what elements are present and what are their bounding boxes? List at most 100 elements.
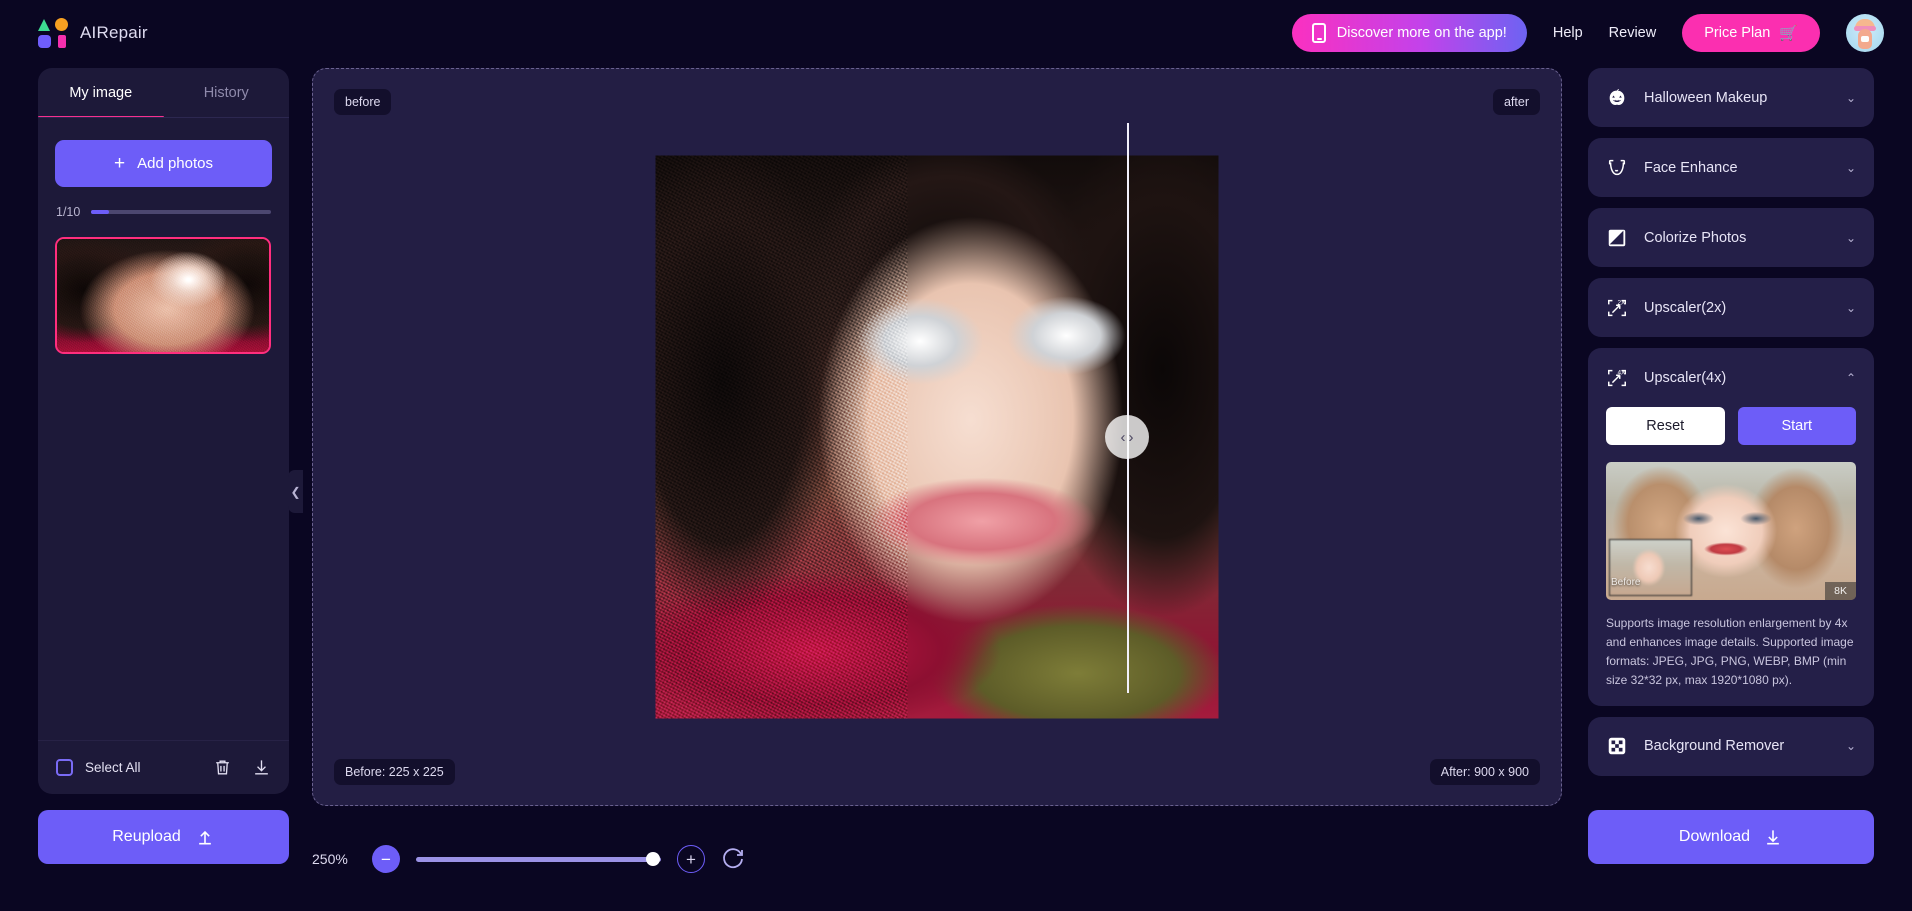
zoom-slider-track[interactable] (416, 852, 661, 866)
checkerboard-icon (1608, 738, 1626, 755)
comparison-slider-handle[interactable]: ‹ › (1105, 415, 1149, 459)
upscale-2x-icon: 2X (1608, 299, 1626, 316)
logo-square-icon (38, 35, 51, 48)
badge-before-size: Before: 225 x 225 (334, 759, 455, 785)
price-plan-label: Price Plan (1704, 25, 1771, 41)
photo-counter-label: 1/10 (56, 205, 81, 219)
chevron-down-icon[interactable]: ⌄ (1846, 161, 1856, 175)
trash-icon[interactable] (213, 758, 232, 777)
feature-label: Upscaler(2x) (1644, 299, 1727, 316)
logo-mark (38, 18, 68, 48)
top-bar-actions: Discover more on the app! Help Review Pr… (1291, 14, 1884, 52)
feature-header[interactable]: Background Remover ⌄ (1588, 717, 1874, 776)
select-all-row: Select All (38, 740, 289, 794)
sidebar-tabs: My image History (38, 68, 289, 118)
photo-counter-fill (91, 210, 110, 214)
logo-circle-icon (55, 18, 68, 31)
chevron-left-glyph: ‹ (1120, 428, 1126, 446)
reupload-button[interactable]: Reupload (38, 810, 289, 864)
chevron-right-glyph: › (1128, 428, 1134, 446)
tab-history[interactable]: History (164, 68, 290, 118)
feature-background-remover[interactable]: Background Remover ⌄ (1588, 716, 1874, 776)
feature-upscaler-4x[interactable]: 4X Upscaler(4x) ⌃ Reset Start Before 8K … (1588, 348, 1874, 706)
right-feature-panel: Halloween Makeup ⌄ Face Enhance ⌄ Colori… (1588, 68, 1874, 794)
upload-icon (198, 830, 211, 845)
colorize-icon (1608, 229, 1626, 246)
download-icon[interactable] (252, 758, 271, 777)
zoom-controls: 250% − + (312, 845, 745, 873)
feature-label: Colorize Photos (1644, 229, 1747, 246)
tab-my-image[interactable]: My image (38, 68, 164, 118)
top-bar: AIRepair Discover more on the app! Help … (0, 0, 1912, 66)
logo-bar-icon (57, 35, 66, 48)
review-link[interactable]: Review (1609, 25, 1657, 41)
start-button[interactable]: Start (1737, 407, 1856, 445)
help-link[interactable]: Help (1553, 25, 1583, 41)
comparison-divider-line (1127, 123, 1129, 693)
feature-header[interactable]: Colorize Photos ⌄ (1588, 208, 1874, 267)
add-photos-label: Add photos (137, 155, 213, 172)
zoom-out-button[interactable]: − (372, 845, 400, 873)
reupload-label: Reupload (112, 828, 181, 845)
feature-colorize-photos[interactable]: Colorize Photos ⌄ (1588, 208, 1874, 267)
feature-label: Face Enhance (1644, 159, 1738, 176)
download-button-label: Download (1678, 828, 1751, 845)
feature-face-enhance[interactable]: Face Enhance ⌄ (1588, 138, 1874, 197)
upscaler-preview-before-label: Before (1611, 577, 1641, 588)
bulk-action-icons (213, 758, 271, 777)
zoom-slider-thumb[interactable] (646, 852, 660, 866)
plus-icon: + (113, 153, 126, 174)
photo-counter-track (91, 210, 271, 214)
chevron-down-icon[interactable]: ⌄ (1846, 91, 1856, 105)
download-icon (1767, 830, 1779, 845)
feature-halloween-makeup[interactable]: Halloween Makeup ⌄ (1588, 68, 1874, 127)
svg-text:2X: 2X (1617, 299, 1626, 306)
cart-icon: 🛒 (1779, 24, 1798, 42)
feature-header[interactable]: Face Enhance ⌄ (1588, 138, 1874, 197)
photo-counter: 1/10 (56, 205, 271, 219)
upscale-4x-icon: 4X (1608, 369, 1626, 386)
thumbnail-item-1[interactable] (55, 237, 271, 354)
sidebar-collapse-button[interactable]: ❮ (288, 470, 303, 513)
reset-rotate-icon[interactable] (721, 847, 745, 871)
brand-logo[interactable]: AIRepair (38, 18, 148, 48)
chevron-down-icon[interactable]: ⌄ (1846, 301, 1856, 315)
feature-label: Background Remover (1644, 738, 1785, 755)
discover-app-label: Discover more on the app! (1336, 25, 1507, 41)
select-all-label: Select All (85, 760, 141, 775)
badge-after-size: After: 900 x 900 (1429, 759, 1540, 785)
feature-header[interactable]: 4X Upscaler(4x) ⌃ (1588, 348, 1874, 407)
price-plan-button[interactable]: Price Plan 🛒 (1682, 14, 1820, 52)
avatar-mouth (1861, 36, 1869, 42)
upscaler-preview-image: Before 8K (1606, 462, 1856, 600)
upscaler-preview-quality-badge: 8K (1825, 582, 1856, 600)
zoom-level-value: 250% (312, 851, 348, 867)
upscaler-4x-actions: Reset Start (1588, 407, 1874, 445)
download-button[interactable]: Download (1588, 810, 1874, 864)
chevron-left-icon: ❮ (290, 484, 301, 499)
select-all-checkbox[interactable] (56, 759, 73, 776)
reset-button[interactable]: Reset (1606, 407, 1725, 445)
chevron-down-icon[interactable]: ⌄ (1846, 231, 1856, 245)
comparison-canvas[interactable]: ‹ › before after Before: 225 x 225 After:… (312, 68, 1562, 806)
discover-app-button[interactable]: Discover more on the app! (1291, 14, 1527, 52)
chevron-up-icon[interactable]: ⌃ (1846, 371, 1856, 385)
upscaler-description: Supports image resolution enlargement by… (1606, 616, 1854, 687)
left-sidebar: My image History + Add photos 1/10 Selec… (38, 68, 289, 794)
chevron-down-icon[interactable]: ⌄ (1846, 739, 1856, 753)
photo-before-clip (655, 155, 908, 719)
feature-header[interactable]: 2X Upscaler(2x) ⌄ (1588, 278, 1874, 337)
feature-upscaler-2x[interactable]: 2X Upscaler(2x) ⌄ (1588, 278, 1874, 337)
feature-header[interactable]: Halloween Makeup ⌄ (1588, 68, 1874, 127)
svg-text:4X: 4X (1617, 369, 1626, 376)
app-name: AIRepair (80, 23, 148, 42)
badge-after: after (1492, 89, 1540, 115)
zoom-in-button[interactable]: + (677, 845, 705, 873)
thumbnail-noise-overlay (57, 239, 269, 352)
add-photos-button[interactable]: + Add photos (55, 140, 272, 187)
feature-label: Upscaler(4x) (1644, 369, 1727, 386)
avatar[interactable] (1846, 14, 1884, 52)
thumbnail-list (55, 237, 272, 354)
logo-triangle-icon (38, 19, 50, 31)
